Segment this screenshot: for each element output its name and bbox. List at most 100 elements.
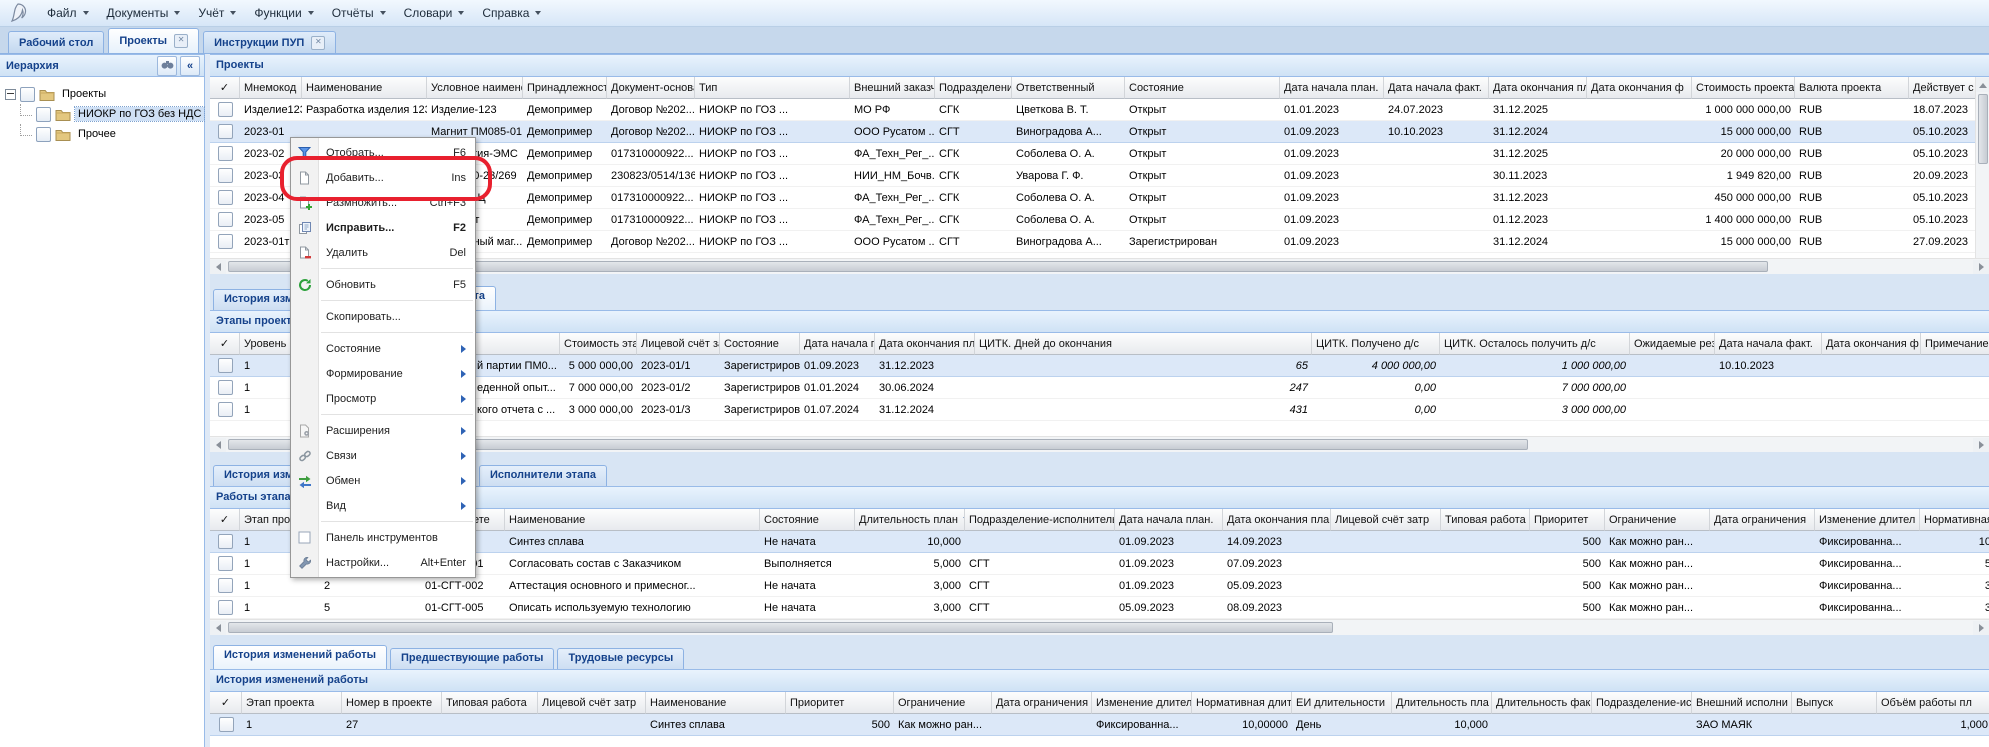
grid-column-header[interactable]: Дата начала план. bbox=[1115, 509, 1223, 531]
scroll-thumb[interactable] bbox=[1978, 94, 1988, 164]
grid-column-header[interactable]: Изменение длител bbox=[1815, 509, 1920, 531]
collapse-panel-button[interactable]: « bbox=[180, 56, 200, 76]
context-menu-item[interactable]: Формирование bbox=[291, 361, 475, 386]
tree-item[interactable]: Прочее bbox=[0, 124, 204, 144]
menubar-item[interactable]: Отчёты bbox=[323, 3, 395, 23]
grid-column-header[interactable]: Типовая работа bbox=[442, 692, 538, 714]
grid-column-header[interactable]: Принадлежность bbox=[523, 77, 607, 99]
grid-column-header[interactable]: Состояние bbox=[1125, 77, 1280, 99]
grid-column-header[interactable]: ✓ bbox=[210, 333, 240, 355]
context-menu-item[interactable]: Вид bbox=[291, 493, 475, 518]
row-checkbox[interactable] bbox=[218, 168, 233, 183]
row-checkbox[interactable] bbox=[219, 717, 234, 732]
history-tab[interactable]: Предшествующие работы bbox=[390, 648, 554, 669]
grid-column-header[interactable]: Длительность фак bbox=[1492, 692, 1592, 714]
grid-column-header[interactable]: Ожидаемые резул bbox=[1630, 333, 1715, 355]
grid-column-header[interactable]: Объём работы пл bbox=[1877, 692, 1989, 714]
grid-column-header[interactable]: Длительность план bbox=[855, 509, 965, 531]
scroll-left-button[interactable] bbox=[210, 621, 226, 635]
grid-column-header[interactable]: Дата начала факт. bbox=[1715, 333, 1822, 355]
grid-column-header[interactable]: ✓ bbox=[210, 77, 240, 99]
row-checkbox[interactable] bbox=[218, 402, 233, 417]
tree-expander-icon[interactable] bbox=[5, 89, 16, 100]
grid-column-header[interactable]: Дата начала план bbox=[800, 333, 875, 355]
grid-column-header[interactable]: Состояние bbox=[760, 509, 855, 531]
row-checkbox[interactable] bbox=[218, 600, 233, 615]
grid-column-header[interactable]: Дата ограничения bbox=[1710, 509, 1815, 531]
grid-column-header[interactable]: Лицевой счёт затр bbox=[1331, 509, 1441, 531]
context-menu-item[interactable]: Связи bbox=[291, 443, 475, 468]
context-menu-item[interactable]: Расширения bbox=[291, 418, 475, 443]
projects-vertical-scrollbar[interactable] bbox=[1975, 77, 1989, 258]
tree-checkbox[interactable] bbox=[36, 107, 51, 122]
grid-column-header[interactable]: Подразделение-ис bbox=[1592, 692, 1692, 714]
context-menu-item[interactable]: Панель инструментов bbox=[291, 525, 475, 550]
grid-column-header[interactable]: Приоритет bbox=[786, 692, 894, 714]
grid-column-header[interactable]: Наименование bbox=[505, 509, 760, 531]
tree-item[interactable]: НИОКР по ГОЗ без НДС bbox=[0, 104, 204, 124]
grid-column-header[interactable]: Валюта проекта bbox=[1795, 77, 1909, 99]
tree-checkbox[interactable] bbox=[20, 87, 35, 102]
row-checkbox[interactable] bbox=[218, 102, 233, 117]
context-menu-item[interactable]: Обмен bbox=[291, 468, 475, 493]
grid-column-header[interactable]: Нормативная длит bbox=[1192, 692, 1292, 714]
scroll-left-button[interactable] bbox=[210, 438, 226, 452]
context-menu-item[interactable]: Настройки...Alt+Enter bbox=[291, 550, 475, 575]
main-tab[interactable]: Инструкции ПУП✕ bbox=[203, 31, 336, 53]
tab-close-icon[interactable]: ✕ bbox=[174, 34, 188, 48]
history-tab[interactable]: Трудовые ресурсы bbox=[557, 648, 684, 669]
grid-column-header[interactable]: Наименование bbox=[646, 692, 786, 714]
tab-close-icon[interactable]: ✕ bbox=[311, 36, 325, 50]
row-checkbox[interactable] bbox=[218, 380, 233, 395]
context-menu-item[interactable]: Исправить...F2 bbox=[291, 215, 475, 240]
menubar-item[interactable]: Функции bbox=[245, 3, 322, 23]
grid-column-header[interactable]: Тип bbox=[695, 77, 850, 99]
scroll-right-button[interactable] bbox=[1973, 438, 1989, 452]
grid-column-header[interactable]: Мнемокод bbox=[240, 77, 302, 99]
grid-column-header[interactable]: Подразделение-исполнитель.. bbox=[965, 509, 1115, 531]
menubar-item[interactable]: Файл bbox=[38, 3, 98, 23]
grid-column-header[interactable]: Дата окончания план. bbox=[1223, 509, 1331, 531]
grid-column-header[interactable]: Дата окончания пл bbox=[1489, 77, 1587, 99]
scroll-up-button[interactable] bbox=[1976, 78, 1989, 92]
main-tab[interactable]: Рабочий стол bbox=[8, 31, 104, 53]
table-row[interactable]: 1Синтез сплаваНе начата10,00001.09.20231… bbox=[210, 531, 1989, 553]
tree-item[interactable]: Проекты bbox=[0, 84, 204, 104]
grid-column-header[interactable]: Приоритет bbox=[1530, 509, 1605, 531]
table-row[interactable]: 1501-СГТ-005Описать используемую техноло… bbox=[210, 597, 1989, 619]
menubar-item[interactable]: Справка bbox=[473, 3, 550, 23]
table-row[interactable]: Изделие123Разработка изделия 123Изделие-… bbox=[210, 99, 1975, 121]
table-row[interactable]: 1еденной опыт...7 000 000,002023-01/2Зар… bbox=[210, 377, 1989, 399]
grid-column-header[interactable]: Подразделение-от bbox=[935, 77, 1012, 99]
scroll-right-button[interactable] bbox=[1973, 260, 1989, 274]
find-button[interactable] bbox=[157, 56, 177, 76]
table-row[interactable]: 1й партии ПМ0...5 000 000,002023-01/1Зар… bbox=[210, 355, 1989, 377]
grid-column-header[interactable]: Этап проекта bbox=[242, 692, 342, 714]
table-row[interactable]: 101-СГТ-001Согласовать состав с Заказчик… bbox=[210, 553, 1989, 575]
grid-column-header[interactable]: Стоимость проекта bbox=[1692, 77, 1795, 99]
scroll-thumb[interactable] bbox=[228, 622, 1333, 633]
row-checkbox[interactable] bbox=[218, 212, 233, 227]
grid-column-header[interactable]: Стоимость этапа bbox=[560, 333, 637, 355]
works-tab[interactable]: Исполнители этапа bbox=[479, 465, 607, 486]
context-menu-item[interactable]: ОбновитьF5 bbox=[291, 272, 475, 297]
table-row[interactable]: 1201-СГТ-002Аттестация основного и приме… bbox=[210, 575, 1989, 597]
grid-column-header[interactable]: ЕИ длительности bbox=[1292, 692, 1392, 714]
grid-column-header[interactable]: Внешний заказчик bbox=[850, 77, 935, 99]
tree-checkbox[interactable] bbox=[36, 127, 51, 142]
context-menu-item[interactable]: Состояние bbox=[291, 336, 475, 361]
row-checkbox[interactable] bbox=[218, 234, 233, 249]
grid-column-header[interactable]: Номер в проекте bbox=[342, 692, 442, 714]
works-horizontal-scrollbar[interactable] bbox=[210, 619, 1989, 635]
row-checkbox[interactable] bbox=[218, 190, 233, 205]
menubar-item[interactable]: Документы bbox=[98, 3, 190, 23]
grid-column-header[interactable]: Дата начала факт. bbox=[1384, 77, 1489, 99]
context-menu-item[interactable]: Скопировать... bbox=[291, 304, 475, 329]
grid-column-header[interactable]: Условное наименова bbox=[427, 77, 523, 99]
scroll-right-button[interactable] bbox=[1973, 621, 1989, 635]
grid-column-header[interactable]: Дата окончания ф bbox=[1822, 333, 1921, 355]
row-checkbox[interactable] bbox=[218, 534, 233, 549]
grid-column-header[interactable]: Состояние bbox=[720, 333, 800, 355]
row-checkbox[interactable] bbox=[218, 578, 233, 593]
row-checkbox[interactable] bbox=[218, 556, 233, 571]
